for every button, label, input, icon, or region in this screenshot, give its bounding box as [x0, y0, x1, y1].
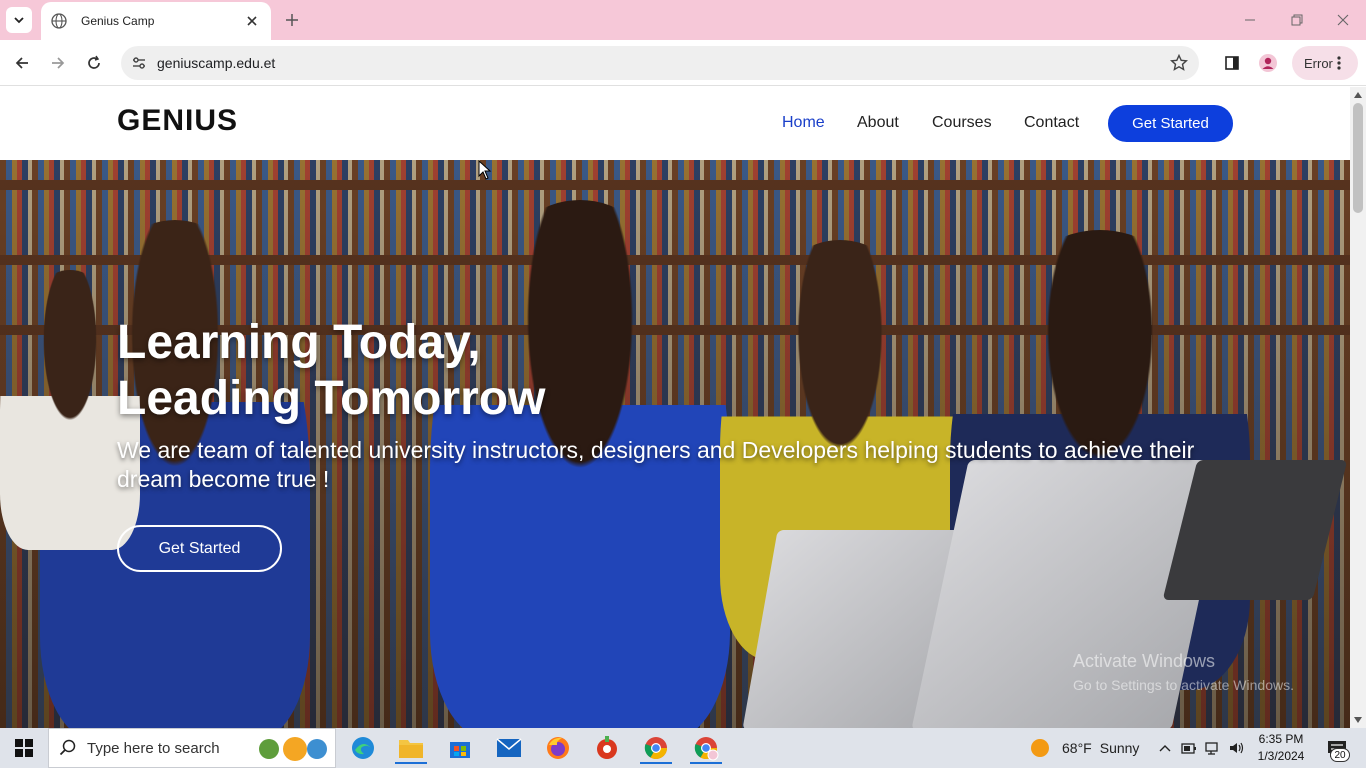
notification-count-badge: 20 — [1330, 748, 1350, 762]
active-indicator — [395, 762, 427, 764]
restore-icon[interactable] — [1285, 8, 1309, 32]
url-text[interactable]: geniuscamp.edu.et — [157, 55, 275, 71]
activate-windows-title: Activate Windows — [1073, 651, 1216, 671]
activate-windows-subtitle: Go to Settings to activate Windows. — [1073, 677, 1294, 693]
bookmark-star-icon[interactable] — [1167, 51, 1191, 75]
hero-subtitle: We are team of talented university instr… — [117, 437, 1195, 492]
tab-strip: Genius Camp — [0, 0, 1366, 40]
weather-widget[interactable]: 68°F Sunny — [1030, 738, 1139, 758]
forward-icon[interactable] — [44, 49, 72, 77]
globe-icon — [51, 13, 67, 29]
site-header: GENIUS Home About Courses Contact Get St… — [0, 87, 1350, 160]
scroll-up-icon[interactable] — [1353, 90, 1363, 100]
kebab-menu-icon[interactable] — [1330, 54, 1348, 72]
search-placeholder: Type here to search — [87, 739, 220, 757]
nav-home[interactable]: Home — [782, 114, 825, 132]
hero-section: Learning Today, Leading Tomorrow We are … — [0, 160, 1350, 728]
weather-condition: Sunny — [1099, 740, 1140, 756]
sun-icon — [1031, 739, 1049, 757]
nav-courses[interactable]: Courses — [932, 114, 992, 132]
chevron-up-icon[interactable] — [1156, 739, 1174, 757]
scrollbar-thumb[interactable] — [1353, 103, 1363, 213]
mouse-cursor-icon — [478, 160, 492, 180]
clock-date: 1/3/2024 — [1257, 749, 1305, 763]
chrome-icon[interactable] — [640, 732, 672, 764]
nav-about[interactable]: About — [857, 114, 899, 132]
windows-start-icon[interactable] — [0, 728, 48, 768]
reload-icon[interactable] — [80, 49, 108, 77]
header-get-started-button[interactable]: Get Started — [1108, 105, 1233, 142]
mail-icon[interactable] — [493, 732, 525, 764]
close-tab-icon[interactable] — [243, 12, 261, 30]
firefox-icon[interactable] — [542, 732, 574, 764]
nav-contact[interactable]: Contact — [1024, 114, 1079, 132]
active-indicator — [690, 762, 722, 764]
tab-title: Genius Camp — [81, 14, 155, 28]
weather-temp: 68°F — [1062, 740, 1092, 756]
hero-get-started-button[interactable]: Get Started — [117, 525, 282, 572]
site-settings-icon[interactable] — [127, 51, 151, 75]
system-clock[interactable]: 6:35 PM 1/3/2024 — [1252, 731, 1310, 765]
microsoft-store-icon[interactable] — [444, 732, 476, 764]
page-viewport: GENIUS Home About Courses Contact Get St… — [0, 87, 1350, 728]
battery-icon[interactable] — [1180, 739, 1198, 757]
media-app-icon[interactable] — [591, 732, 623, 764]
side-panel-icon[interactable] — [1218, 49, 1246, 77]
taskbar-search-box[interactable]: Type here to search — [48, 728, 336, 768]
profile-avatar-icon[interactable] — [1254, 49, 1282, 77]
chrome-profile-icon[interactable] — [690, 732, 722, 764]
hero-title-line1: Learning Today, — [117, 316, 481, 369]
browser-toolbar: geniuscamp.edu.et Error — [0, 40, 1366, 86]
search-icon — [59, 739, 76, 756]
back-icon[interactable] — [8, 49, 36, 77]
search-highlight-icon — [259, 737, 327, 761]
new-tab-icon[interactable] — [281, 9, 303, 31]
hero-title-line2: Leading Tomorrow — [117, 372, 546, 425]
site-logo[interactable]: GENIUS — [117, 104, 238, 138]
error-label: Error — [1304, 55, 1333, 71]
tab-search-button[interactable] — [6, 7, 32, 33]
browser-tab[interactable]: Genius Camp — [41, 2, 271, 40]
network-icon[interactable] — [1204, 739, 1222, 757]
minimize-icon[interactable] — [1238, 8, 1262, 32]
address-bar[interactable]: geniuscamp.edu.et — [121, 46, 1199, 80]
windows-taskbar: Type here to search 68°F Sunny 6:35 PM 1… — [0, 728, 1366, 768]
page-scrollbar[interactable] — [1350, 87, 1366, 728]
chevron-down-icon — [14, 17, 24, 24]
profile-error-button[interactable]: Error — [1292, 46, 1358, 80]
hero-title: Learning Today, Leading Tomorrow — [117, 315, 817, 427]
scroll-down-icon[interactable] — [1353, 715, 1363, 725]
edge-icon[interactable] — [347, 732, 379, 764]
file-explorer-icon[interactable] — [395, 732, 427, 764]
active-indicator — [640, 762, 672, 764]
clock-time: 6:35 PM — [1258, 732, 1304, 746]
volume-icon[interactable] — [1228, 739, 1246, 757]
close-window-icon[interactable] — [1331, 8, 1355, 32]
